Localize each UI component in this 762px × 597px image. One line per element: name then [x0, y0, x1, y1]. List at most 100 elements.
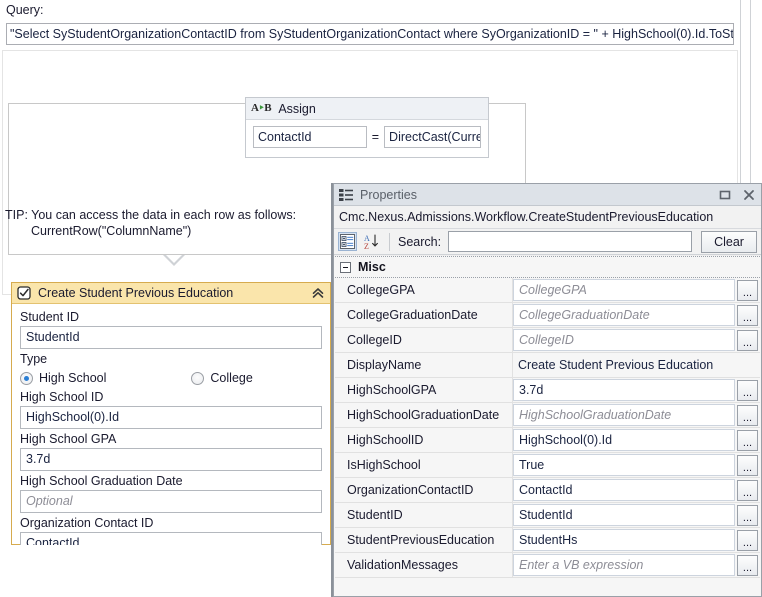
property-name: CollegeGraduationDate	[335, 303, 513, 327]
field-label-student-id: Student ID	[20, 310, 80, 324]
ellipsis-button[interactable]: ...	[737, 529, 758, 551]
table-row[interactable]: DisplayName Create Student Previous Educ…	[335, 353, 760, 378]
property-value[interactable]: StudentId	[513, 504, 735, 526]
assign-operator: =	[371, 130, 380, 144]
field-input-high-school-gpa[interactable]: 3.7d	[20, 448, 322, 471]
ellipsis-button[interactable]: ...	[737, 554, 758, 576]
radio-button-high-school-icon[interactable]	[20, 371, 33, 385]
categorized-view-icon[interactable]	[338, 232, 357, 251]
radio-high-school[interactable]: High School	[20, 371, 106, 385]
property-value[interactable]: HighSchoolGraduationDate	[513, 404, 735, 426]
property-name: IsHighSchool	[335, 453, 513, 477]
properties-toolbar: A Z Search: Clear	[334, 229, 761, 255]
radio-college[interactable]: College	[191, 371, 253, 385]
ellipsis-button[interactable]: ...	[737, 504, 758, 526]
property-name: HighSchoolGPA	[335, 378, 513, 402]
property-value-cell[interactable]: 3.7d ...	[513, 378, 760, 402]
chevron-double-up-icon[interactable]	[310, 285, 326, 301]
property-grid[interactable]: Misc CollegeGPA CollegeGPA ... CollegeGr…	[334, 256, 761, 596]
table-row[interactable]: CollegeID CollegeID ...	[335, 328, 760, 353]
ellipsis-button[interactable]: ...	[737, 329, 758, 351]
create-student-previous-education-activity[interactable]: Create Student Previous Education Studen…	[11, 282, 331, 555]
property-value-cell[interactable]: True ...	[513, 453, 760, 477]
maximize-icon[interactable]	[716, 187, 733, 203]
property-value[interactable]: StudentHs	[513, 529, 735, 551]
ellipsis-button[interactable]: ...	[737, 454, 758, 476]
property-name: OrganizationContactID	[335, 478, 513, 502]
ellipsis-button[interactable]: ...	[737, 429, 758, 451]
property-value[interactable]: CollegeGraduationDate	[513, 304, 735, 326]
property-value-cell[interactable]: CollegeGraduationDate ...	[513, 303, 760, 327]
table-row[interactable]: IsHighSchool True ...	[335, 453, 760, 478]
field-input-high-school-graduation-date[interactable]: Optional	[20, 490, 322, 513]
radio-button-college-icon[interactable]	[191, 371, 205, 385]
properties-title-bar[interactable]: Properties	[334, 184, 761, 206]
table-row[interactable]: HighSchoolGPA 3.7d ...	[335, 378, 760, 403]
activity-title: Create Student Previous Education	[38, 286, 234, 300]
property-name: HighSchoolGraduationDate	[335, 403, 513, 427]
table-row[interactable]: CollegeGPA CollegeGPA ...	[335, 278, 760, 303]
table-row[interactable]: StudentPreviousEducation StudentHs ...	[335, 528, 760, 553]
create-record-check-icon	[17, 286, 31, 300]
radio-label-college: College	[210, 371, 253, 385]
property-name: HighSchoolID	[335, 428, 513, 452]
table-row[interactable]: HighSchoolID HighSchool(0).Id ...	[335, 428, 760, 453]
query-input[interactable]: "Select SyStudentOrganizationContactID f…	[6, 23, 734, 45]
app-root: Query: "Select SyStudentOrganizationCont…	[0, 0, 762, 597]
table-row[interactable]: ValidationMessages Enter a VB expression…	[335, 553, 760, 578]
field-input-high-school-id[interactable]: HighSchool(0).Id	[20, 406, 322, 429]
property-value[interactable]: Create Student Previous Education	[513, 354, 735, 376]
sequence-connector-arrow-icon	[163, 255, 185, 266]
properties-window-title: Properties	[360, 187, 417, 202]
property-value[interactable]: ContactId	[513, 479, 735, 501]
property-value-cell[interactable]: StudentId ...	[513, 503, 760, 527]
property-value[interactable]: Enter a VB expression	[513, 554, 735, 576]
properties-list-icon	[339, 188, 353, 201]
type-radio-group: High School College	[20, 368, 322, 388]
assign-activity-body: ContactId = DirectCast(Current	[246, 120, 488, 148]
property-value-cell[interactable]: StudentHs ...	[513, 528, 760, 552]
field-label-high-school-id: High School ID	[20, 390, 104, 404]
property-grid-body: Misc CollegeGPA CollegeGPA ... CollegeGr…	[335, 256, 760, 596]
field-label-type: Type	[20, 352, 48, 366]
table-row[interactable]: OrganizationContactID ContactId ...	[335, 478, 760, 503]
activity-header[interactable]: Create Student Previous Education	[12, 283, 330, 304]
property-value-cell[interactable]: ContactId ...	[513, 478, 760, 502]
property-value[interactable]: CollegeGPA	[513, 279, 735, 301]
property-value[interactable]: HighSchool(0).Id	[513, 429, 735, 451]
property-value[interactable]: CollegeID	[513, 329, 735, 351]
assign-to-input[interactable]: ContactId	[253, 126, 367, 148]
ellipsis-button[interactable]: ...	[737, 304, 758, 326]
svg-text:Z: Z	[364, 242, 369, 250]
clear-button[interactable]: Clear	[701, 230, 757, 253]
designer-vertical-scrollbar[interactable]	[750, 0, 762, 183]
property-value-cell[interactable]: Create Student Previous Education ...	[513, 353, 760, 377]
property-category-misc[interactable]: Misc	[335, 256, 760, 278]
ellipsis-button[interactable]: ...	[737, 479, 758, 501]
field-label-high-school-gpa: High School GPA	[20, 432, 117, 446]
table-row[interactable]: HighSchoolGraduationDate HighSchoolGradu…	[335, 403, 760, 428]
field-input-student-id[interactable]: StudentId	[20, 326, 322, 349]
table-row[interactable]: StudentID StudentId ...	[335, 503, 760, 528]
property-value-cell[interactable]: HighSchoolGraduationDate ...	[513, 403, 760, 427]
property-value[interactable]: True	[513, 454, 735, 476]
ellipsis-button[interactable]: ...	[737, 404, 758, 426]
close-icon[interactable]	[740, 187, 757, 203]
search-label: Search:	[398, 234, 442, 249]
property-value-cell[interactable]: Enter a VB expression ...	[513, 553, 760, 577]
assign-value-input[interactable]: DirectCast(Current	[384, 126, 481, 148]
property-value[interactable]: 3.7d	[513, 379, 735, 401]
table-row[interactable]: CollegeGraduationDate CollegeGraduationD…	[335, 303, 760, 328]
properties-object-name: Cmc.Nexus.Admissions.Workflow.CreateStud…	[334, 206, 761, 229]
alphabetical-sort-icon[interactable]: A Z	[362, 232, 381, 251]
assign-activity-title: Assign	[278, 101, 316, 116]
property-value-cell[interactable]: CollegeID ...	[513, 328, 760, 352]
ellipsis-button[interactable]: ...	[737, 279, 758, 301]
property-value-cell[interactable]: HighSchool(0).Id ...	[513, 428, 760, 452]
search-input[interactable]	[448, 231, 692, 252]
assign-activity[interactable]: A‣B Assign ContactId = DirectCast(Curren…	[245, 97, 489, 158]
collapse-expander-icon[interactable]	[340, 261, 351, 273]
property-value-cell[interactable]: CollegeGPA ...	[513, 278, 760, 302]
property-name: CollegeID	[335, 328, 513, 352]
ellipsis-button[interactable]: ...	[737, 379, 758, 401]
